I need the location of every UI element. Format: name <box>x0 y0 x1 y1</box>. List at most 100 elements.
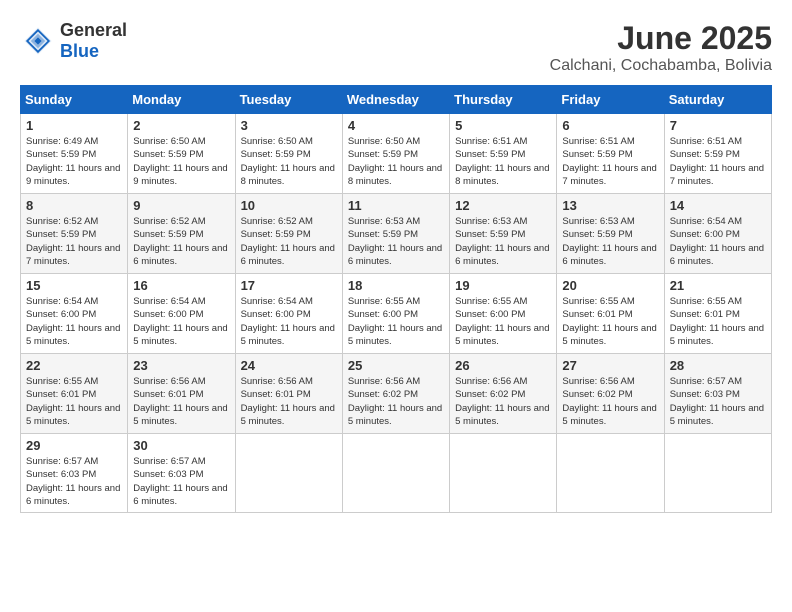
logo: General Blue <box>20 20 127 62</box>
calendar-cell <box>664 434 771 513</box>
day-info: Sunrise: 6:53 AMSunset: 5:59 PMDaylight:… <box>455 215 551 268</box>
day-number: 21 <box>670 278 766 293</box>
day-info: Sunrise: 6:57 AMSunset: 6:03 PMDaylight:… <box>670 375 766 428</box>
calendar-week-5: 29 Sunrise: 6:57 AMSunset: 6:03 PMDayligh… <box>21 434 772 513</box>
day-info: Sunrise: 6:55 AMSunset: 6:01 PMDaylight:… <box>562 295 658 348</box>
day-info: Sunrise: 6:49 AMSunset: 5:59 PMDaylight:… <box>26 135 122 188</box>
logo-icon <box>20 23 56 59</box>
calendar-cell <box>235 434 342 513</box>
day-number: 30 <box>133 438 229 453</box>
calendar-week-1: 1 Sunrise: 6:49 AMSunset: 5:59 PMDaylight… <box>21 114 772 194</box>
calendar-cell: 18Sunrise: 6:55 AMSunset: 6:00 PMDayligh… <box>342 274 449 354</box>
month-year: June 2025 <box>550 20 772 57</box>
day-number: 9 <box>133 198 229 213</box>
calendar-cell: 26Sunrise: 6:56 AMSunset: 6:02 PMDayligh… <box>450 354 557 434</box>
calendar-cell: 11 Sunrise: 6:53 AMSunset: 5:59 PMDayligh… <box>342 194 449 274</box>
header-saturday: Saturday <box>664 86 771 114</box>
calendar-cell: 16 Sunrise: 6:54 AMSunset: 6:00 PMDayligh… <box>128 274 235 354</box>
calendar-cell: 17 Sunrise: 6:54 AMSunset: 6:00 PMDayligh… <box>235 274 342 354</box>
day-number: 14 <box>670 198 766 213</box>
calendar-cell: 19 Sunrise: 6:55 AMSunset: 6:00 PMDayligh… <box>450 274 557 354</box>
calendar-cell: 9 Sunrise: 6:52 AMSunset: 5:59 PMDaylight… <box>128 194 235 274</box>
day-info: Sunrise: 6:52 AMSunset: 5:59 PMDaylight:… <box>241 215 337 268</box>
calendar-cell: 10 Sunrise: 6:52 AMSunset: 5:59 PMDayligh… <box>235 194 342 274</box>
day-info: Sunrise: 6:57 AMSunset: 6:03 PMDaylight:… <box>133 455 229 508</box>
day-info: Sunrise: 6:57 AMSunset: 6:03 PMDaylight:… <box>26 455 122 508</box>
day-info: Sunrise: 6:50 AMSunset: 5:59 PMDaylight:… <box>241 135 337 188</box>
day-number: 1 <box>26 118 122 133</box>
day-info: Sunrise: 6:56 AMSunset: 6:02 PMDaylight:… <box>455 375 551 428</box>
logo-general-text: General <box>60 20 127 40</box>
day-info: Sunrise: 6:50 AMSunset: 5:59 PMDaylight:… <box>133 135 229 188</box>
header-thursday: Thursday <box>450 86 557 114</box>
calendar-cell: 3 Sunrise: 6:50 AMSunset: 5:59 PMDaylight… <box>235 114 342 194</box>
calendar-cell: 23 Sunrise: 6:56 AMSunset: 6:01 PMDayligh… <box>128 354 235 434</box>
day-number: 7 <box>670 118 766 133</box>
day-number: 5 <box>455 118 551 133</box>
day-number: 16 <box>133 278 229 293</box>
day-info: Sunrise: 6:55 AMSunset: 6:01 PMDaylight:… <box>26 375 122 428</box>
header-wednesday: Wednesday <box>342 86 449 114</box>
day-info: Sunrise: 6:55 AMSunset: 6:00 PMDaylight:… <box>348 295 444 348</box>
day-number: 28 <box>670 358 766 373</box>
day-info: Sunrise: 6:51 AMSunset: 5:59 PMDaylight:… <box>670 135 766 188</box>
calendar-cell: 30 Sunrise: 6:57 AMSunset: 6:03 PMDayligh… <box>128 434 235 513</box>
day-info: Sunrise: 6:51 AMSunset: 5:59 PMDaylight:… <box>562 135 658 188</box>
calendar-cell: 15Sunrise: 6:54 AMSunset: 6:00 PMDayligh… <box>21 274 128 354</box>
calendar-cell: 8Sunrise: 6:52 AMSunset: 5:59 PMDaylight… <box>21 194 128 274</box>
day-number: 13 <box>562 198 658 213</box>
day-number: 23 <box>133 358 229 373</box>
day-number: 3 <box>241 118 337 133</box>
day-number: 11 <box>348 198 444 213</box>
calendar-cell: 13 Sunrise: 6:53 AMSunset: 5:59 PMDayligh… <box>557 194 664 274</box>
day-info: Sunrise: 6:51 AMSunset: 5:59 PMDaylight:… <box>455 135 551 188</box>
day-number: 24 <box>241 358 337 373</box>
calendar-cell: 28 Sunrise: 6:57 AMSunset: 6:03 PMDayligh… <box>664 354 771 434</box>
day-info: Sunrise: 6:54 AMSunset: 6:00 PMDaylight:… <box>670 215 766 268</box>
calendar-cell <box>450 434 557 513</box>
day-number: 27 <box>562 358 658 373</box>
calendar-cell: 20 Sunrise: 6:55 AMSunset: 6:01 PMDayligh… <box>557 274 664 354</box>
calendar-week-2: 8 Sunrise: 6:52 AMSunset: 5:59 PMDaylight… <box>21 194 772 274</box>
day-info: Sunrise: 6:55 AMSunset: 6:00 PMDaylight:… <box>455 295 551 348</box>
day-number: 19 <box>455 278 551 293</box>
calendar-cell: 5 Sunrise: 6:51 AMSunset: 5:59 PMDaylight… <box>450 114 557 194</box>
day-info: Sunrise: 6:53 AMSunset: 5:59 PMDaylight:… <box>348 215 444 268</box>
calendar-cell: 4Sunrise: 6:50 AMSunset: 5:59 PMDaylight… <box>342 114 449 194</box>
day-info: Sunrise: 6:56 AMSunset: 6:01 PMDaylight:… <box>241 375 337 428</box>
day-info: Sunrise: 6:56 AMSunset: 6:02 PMDaylight:… <box>348 375 444 428</box>
calendar-week-4: 22 Sunrise: 6:55 AMSunset: 6:01 PMDayligh… <box>21 354 772 434</box>
day-number: 10 <box>241 198 337 213</box>
day-number: 29 <box>26 438 122 453</box>
day-info: Sunrise: 6:54 AMSunset: 6:00 PMDaylight:… <box>241 295 337 348</box>
day-info: Sunrise: 6:52 AMSunset: 5:59 PMDaylight:… <box>133 215 229 268</box>
header-tuesday: Tuesday <box>235 86 342 114</box>
day-info: Sunrise: 6:54 AMSunset: 6:00 PMDaylight:… <box>26 295 122 348</box>
day-number: 12 <box>455 198 551 213</box>
calendar-cell: 14 Sunrise: 6:54 AMSunset: 6:00 PMDayligh… <box>664 194 771 274</box>
day-number: 6 <box>562 118 658 133</box>
calendar-cell: 12 Sunrise: 6:53 AMSunset: 5:59 PMDayligh… <box>450 194 557 274</box>
calendar-cell: 7 Sunrise: 6:51 AMSunset: 5:59 PMDaylight… <box>664 114 771 194</box>
calendar-cell: 6 Sunrise: 6:51 AMSunset: 5:59 PMDaylight… <box>557 114 664 194</box>
header-friday: Friday <box>557 86 664 114</box>
day-info: Sunrise: 6:56 AMSunset: 6:01 PMDaylight:… <box>133 375 229 428</box>
logo-blue-text: Blue <box>60 41 99 61</box>
day-number: 17 <box>241 278 337 293</box>
day-info: Sunrise: 6:56 AMSunset: 6:02 PMDaylight:… <box>562 375 658 428</box>
title-section: June 2025 Calchani, Cochabamba, Bolivia <box>550 20 772 75</box>
header-sunday: Sunday <box>21 86 128 114</box>
day-number: 20 <box>562 278 658 293</box>
day-info: Sunrise: 6:55 AMSunset: 6:01 PMDaylight:… <box>670 295 766 348</box>
day-info: Sunrise: 6:54 AMSunset: 6:00 PMDaylight:… <box>133 295 229 348</box>
calendar: SundayMondayTuesdayWednesdayThursdayFrid… <box>20 85 772 513</box>
day-number: 25 <box>348 358 444 373</box>
calendar-header-row: SundayMondayTuesdayWednesdayThursdayFrid… <box>21 86 772 114</box>
day-number: 8 <box>26 198 122 213</box>
calendar-cell: 21 Sunrise: 6:55 AMSunset: 6:01 PMDayligh… <box>664 274 771 354</box>
location: Calchani, Cochabamba, Bolivia <box>550 57 772 75</box>
day-number: 22 <box>26 358 122 373</box>
calendar-cell <box>342 434 449 513</box>
calendar-cell: 22 Sunrise: 6:55 AMSunset: 6:01 PMDayligh… <box>21 354 128 434</box>
day-info: Sunrise: 6:53 AMSunset: 5:59 PMDaylight:… <box>562 215 658 268</box>
